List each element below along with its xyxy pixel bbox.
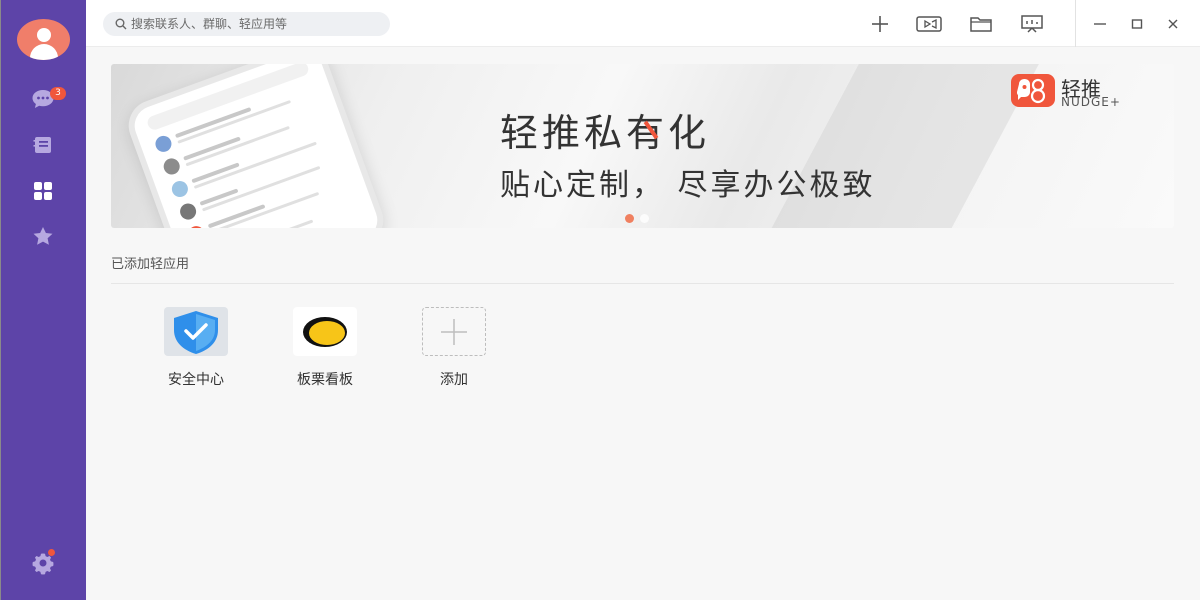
banner-title: 轻推私有化	[500, 111, 711, 155]
section-title: 已添加轻应用	[111, 257, 190, 272]
create-button[interactable]	[867, 11, 893, 37]
grid-apps-icon	[34, 182, 52, 200]
add-tile	[422, 307, 486, 356]
avatar-body	[30, 44, 58, 60]
folder-icon	[970, 17, 992, 32]
window-controls-divider	[1075, 0, 1076, 47]
carousel-dot-2[interactable]	[640, 214, 649, 223]
section-divider	[111, 283, 1174, 284]
minimize-button[interactable]	[1087, 11, 1113, 37]
sidebar-item-apps[interactable]	[28, 178, 58, 204]
app-label: 安全中心	[168, 372, 224, 388]
app-tile	[164, 307, 228, 356]
close-window-button[interactable]	[1160, 11, 1186, 37]
search-icon	[115, 18, 127, 30]
promo-banner[interactable]: 轻推私有化 贴心定制， 尽享办公极致 轻推 NUDGE+	[111, 64, 1174, 228]
star-icon	[33, 227, 53, 245]
close-icon	[1168, 19, 1178, 29]
top-bar	[86, 0, 1200, 47]
chestnut-board-icon	[303, 316, 347, 347]
sidebar-item-contacts[interactable]	[28, 132, 58, 158]
message-count-badge: 3	[50, 87, 66, 100]
video-call-button[interactable]	[916, 11, 942, 37]
minimize-icon	[1094, 23, 1106, 25]
sidebar-item-favorites[interactable]	[28, 223, 58, 249]
logo-english-name: NUDGE+	[1061, 95, 1121, 109]
add-app-button[interactable]: 添加	[404, 307, 504, 389]
app-security-center[interactable]: 安全中心	[146, 307, 246, 389]
carousel-dot-1[interactable]	[625, 214, 634, 223]
address-book-icon	[33, 137, 51, 153]
shield-check-icon	[174, 310, 218, 354]
sidebar: 3	[0, 0, 86, 600]
phone-mockup-image	[121, 64, 391, 228]
presentation-button[interactable]	[1019, 11, 1045, 37]
maximize-icon	[1131, 19, 1143, 29]
search-box[interactable]	[103, 12, 390, 36]
presentation-icon	[1021, 15, 1043, 33]
plus-icon	[441, 318, 467, 345]
plus-icon	[872, 16, 888, 32]
nudge-logo-icon	[1011, 74, 1055, 107]
avatar[interactable]	[17, 19, 70, 60]
app-label: 添加	[440, 372, 468, 388]
video-call-icon	[916, 16, 942, 32]
avatar-head	[37, 28, 51, 42]
banner-subtitle: 贴心定制， 尽享办公极致	[500, 168, 876, 203]
search-input[interactable]	[131, 17, 381, 31]
files-button[interactable]	[968, 11, 994, 37]
maximize-button[interactable]	[1124, 11, 1150, 37]
app-chestnut-board[interactable]: 板栗看板	[275, 307, 375, 389]
settings-notification-dot	[48, 549, 55, 556]
app-label: 板栗看板	[297, 372, 353, 388]
app-tile	[293, 307, 357, 356]
carousel-indicator	[625, 214, 649, 223]
